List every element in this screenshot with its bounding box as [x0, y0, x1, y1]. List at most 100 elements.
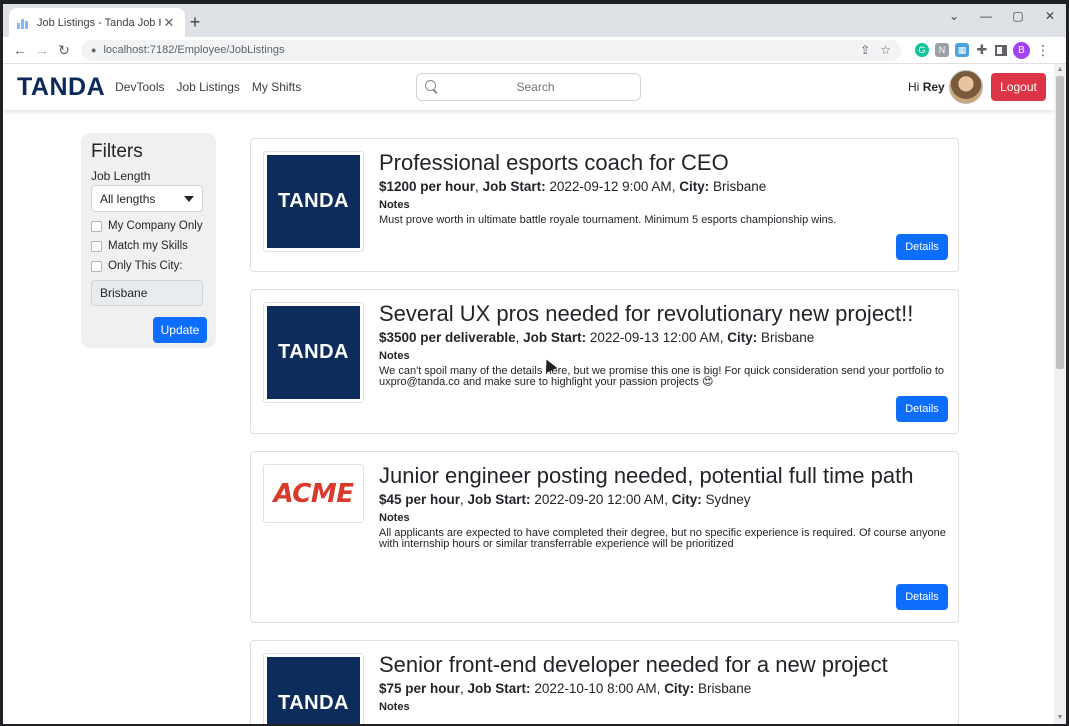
page-content: TANDA DevTools Job Listings My Shifts Hi… [3, 64, 1054, 724]
job-notes: Must prove worth in ultimate battle roya… [379, 214, 837, 226]
only-this-city-checkbox[interactable]: Only This City: [91, 260, 206, 272]
job-city-label: City: [679, 179, 710, 194]
user-avatar[interactable] [949, 70, 983, 104]
extensions-puzzle-icon[interactable]: ✚ [975, 42, 989, 58]
job-meta: $3500 per deliverable, Job Start: 2022-0… [379, 330, 815, 345]
greeting-prefix: Hi [908, 80, 920, 94]
url-text[interactable]: localhost:7182/Employee/JobListings [103, 44, 850, 56]
close-window-icon[interactable]: ✕ [1034, 4, 1066, 32]
job-card: ACME Junior engineer posting needed, pot… [250, 451, 959, 623]
filters-title: Filters [91, 141, 143, 162]
grammarly-extension-icon[interactable]: G [915, 43, 929, 57]
tab-favicon-icon [17, 17, 29, 29]
scrollbar-thumb[interactable] [1056, 76, 1064, 369]
user-greeting: Hi Rey [908, 80, 945, 94]
job-pay: $45 per hour [379, 492, 461, 507]
notes-label: Notes [379, 512, 410, 524]
job-meta: $1200 per hour, Job Start: 2022-09-12 9:… [379, 179, 767, 194]
job-length-select[interactable]: All lengths [91, 185, 203, 212]
job-card-body: Several UX pros needed for revolutionary… [379, 300, 948, 388]
city-input[interactable]: Brisbane [91, 280, 203, 306]
tab-title: Job Listings - Tanda Job Hub [37, 16, 161, 29]
bookmark-star-icon[interactable]: ☆ [880, 43, 891, 57]
details-button[interactable]: Details [896, 396, 948, 422]
job-title[interactable]: Professional esports coach for CEO [379, 149, 948, 176]
job-length-value: All lengths [100, 191, 156, 206]
extensions-area: G N ▦ ✚ B ⋮ [915, 41, 1050, 59]
job-start: 2022-09-12 9:00 AM [549, 179, 672, 194]
new-tab-icon[interactable]: + [185, 12, 205, 32]
back-icon[interactable]: ← [9, 42, 31, 58]
tab-strip: Job Listings - Tanda Job Hub ✕ + ⌄ — ▢ ✕ [3, 4, 1066, 37]
brand-logo[interactable]: TANDA [17, 73, 105, 102]
match-my-skills-checkbox[interactable]: Match my Skills [91, 240, 206, 252]
job-start-label: Job Start: [482, 179, 546, 194]
filters-panel: Filters Job Length All lengths My Compan… [81, 133, 216, 348]
job-meta: $75 per hour, Job Start: 2022-10-10 8:00… [379, 681, 752, 696]
notes-label: Notes [379, 701, 410, 713]
checkbox-icon[interactable] [91, 260, 102, 272]
side-panel-icon[interactable] [995, 44, 1007, 56]
search-input[interactable] [439, 80, 632, 94]
job-start-label: Job Start: [523, 330, 587, 345]
details-button[interactable]: Details [896, 584, 948, 610]
nav-link-job-listings[interactable]: Job Listings [177, 80, 240, 94]
checkbox-label: Only This City: [108, 260, 183, 272]
job-card-body: Professional esports coach for CEO $1200… [379, 149, 948, 226]
extension-tile-icon[interactable]: ▦ [955, 43, 969, 57]
search-box [416, 73, 641, 101]
app-navbar: TANDA DevTools Job Listings My Shifts Hi… [3, 64, 1054, 110]
reload-icon[interactable]: ↻ [53, 42, 75, 59]
minimize-icon[interactable]: — [970, 4, 1002, 32]
job-city: Sydney [705, 492, 751, 507]
job-city-label: City: [671, 492, 702, 507]
caret-down-icon [184, 195, 194, 202]
scroll-down-icon[interactable]: ▼ [1054, 712, 1066, 724]
checkbox-icon[interactable] [91, 240, 102, 252]
browser-menu-icon[interactable]: ⋮ [1036, 42, 1050, 59]
job-card: TANDA Professional esports coach for CEO… [250, 138, 959, 272]
info-icon[interactable]: ● [91, 45, 96, 55]
tab-search-icon[interactable]: ⌄ [938, 4, 970, 32]
job-notes: We can't spoil many of the details here,… [379, 365, 945, 388]
job-start: 2022-09-20 12:00 AM [534, 492, 665, 507]
details-button[interactable]: Details [896, 234, 948, 260]
job-title[interactable]: Several UX pros needed for revolutionary… [379, 300, 948, 327]
job-card-body: Senior front-end developer needed for a … [379, 651, 948, 713]
job-title[interactable]: Junior engineer posting needed, potentia… [379, 462, 948, 489]
maximize-icon[interactable]: ▢ [1002, 4, 1034, 32]
job-city-label: City: [664, 681, 695, 696]
my-company-only-checkbox[interactable]: My Company Only [91, 220, 206, 232]
checkbox-label: My Company Only [108, 220, 203, 232]
nav-link-my-shifts[interactable]: My Shifts [252, 80, 301, 94]
job-notes: All applicants are expected to have comp… [379, 527, 946, 550]
job-city-label: City: [727, 330, 758, 345]
checkbox-label: Match my Skills [108, 240, 188, 252]
company-logo: TANDA [263, 302, 364, 403]
job-pay: $75 per hour [379, 681, 461, 696]
share-icon[interactable]: ⇪ [860, 43, 870, 57]
logout-button[interactable]: Logout [991, 73, 1046, 101]
job-title[interactable]: Senior front-end developer needed for a … [379, 651, 948, 678]
tab-close-icon[interactable]: ✕ [161, 15, 177, 31]
user-name: Rey [922, 80, 945, 94]
job-card-body: Junior engineer posting needed, potentia… [379, 462, 948, 550]
company-logo: TANDA [263, 151, 364, 252]
page-scrollbar[interactable]: ▲ ▼ [1054, 64, 1066, 724]
job-length-label: Job Length [91, 169, 151, 183]
address-bar[interactable]: ● localhost:7182/Employee/JobListings ⇪ … [81, 39, 901, 61]
extension-icon[interactable]: N [935, 43, 949, 57]
checkbox-icon[interactable] [91, 220, 102, 232]
profile-avatar-icon[interactable]: B [1013, 41, 1030, 59]
scroll-up-icon[interactable]: ▲ [1054, 64, 1066, 76]
job-card: TANDA Several UX pros needed for revolut… [250, 289, 959, 434]
job-card: TANDA Senior front-end developer needed … [250, 640, 959, 724]
job-start-label: Job Start: [467, 681, 531, 696]
update-button[interactable]: Update [153, 317, 207, 343]
job-start: 2022-09-13 12:00 AM [589, 330, 720, 345]
job-pay: $3500 per deliverable [379, 330, 516, 345]
forward-icon[interactable]: → [31, 42, 53, 58]
job-pay: $1200 per hour [379, 179, 476, 194]
nav-link-devtools[interactable]: DevTools [115, 80, 164, 94]
browser-tab[interactable]: Job Listings - Tanda Job Hub ✕ [9, 8, 185, 37]
